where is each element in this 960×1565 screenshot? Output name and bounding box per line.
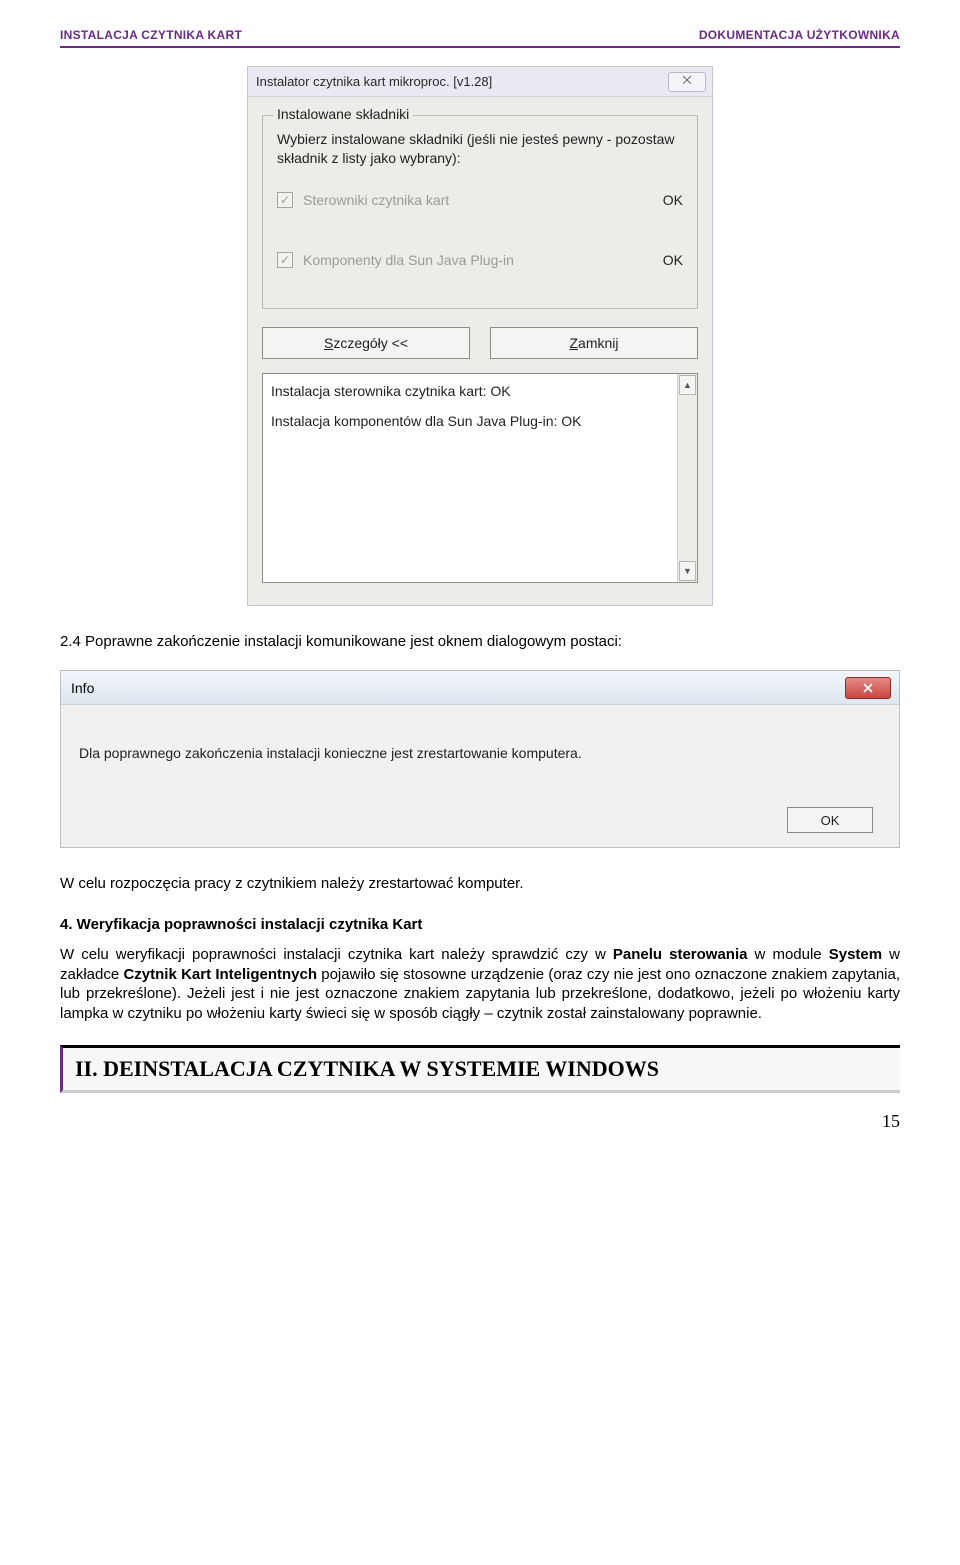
section-4-body: W celu weryfikacji poprawności instalacj… bbox=[60, 945, 900, 1023]
component-status: OK bbox=[663, 252, 683, 268]
component-row: ✓ Sterowniki czytnika kart OK bbox=[277, 192, 683, 208]
info-body: Dla poprawnego zakończenia instalacji ko… bbox=[61, 705, 899, 847]
ok-button[interactable]: OK bbox=[787, 807, 873, 833]
installer-titlebar: Instalator czytnika kart mikroproc. [v1.… bbox=[248, 67, 712, 97]
scroll-down-icon[interactable]: ▼ bbox=[679, 561, 696, 581]
section-4-title: 4. Weryfikacja poprawności instalacji cz… bbox=[60, 916, 900, 933]
install-instruction: Wybierz instalowane składniki (jeśli nie… bbox=[277, 130, 683, 168]
close-icon[interactable]: ⨉ bbox=[668, 72, 706, 92]
info-titlebar: Info bbox=[61, 671, 899, 705]
page-number: 15 bbox=[60, 1111, 900, 1132]
fieldset-legend: Instalowane składniki bbox=[273, 106, 413, 122]
info-title: Info bbox=[71, 680, 845, 696]
scroll-track[interactable] bbox=[678, 396, 697, 560]
components-fieldset: Instalowane składniki Wybierz instalowan… bbox=[262, 115, 698, 309]
para-lead: 2.4 bbox=[60, 633, 85, 650]
checkbox-icon[interactable]: ✓ bbox=[277, 252, 293, 268]
log-line: Instalacja komponentów dla Sun Java Plug… bbox=[271, 410, 669, 432]
para-2-4: 2.4 Poprawne zakończenie instalacji komu… bbox=[60, 632, 900, 652]
installer-dialog-screenshot: Instalator czytnika kart mikroproc. [v1.… bbox=[247, 66, 713, 606]
para-text: Poprawne zakończenie instalacji komuniko… bbox=[85, 633, 622, 650]
component-label: Komponenty dla Sun Java Plug-in bbox=[303, 252, 653, 268]
scroll-up-icon[interactable]: ▲ bbox=[679, 375, 696, 395]
details-button[interactable]: Szczegóły << bbox=[262, 327, 470, 359]
after-info-text: W celu rozpoczęcia pracy z czytnikiem na… bbox=[60, 874, 900, 894]
component-row: ✓ Komponenty dla Sun Java Plug-in OK bbox=[277, 252, 683, 268]
scrollbar[interactable]: ▲ ▼ bbox=[677, 374, 697, 582]
checkbox-icon[interactable]: ✓ bbox=[277, 192, 293, 208]
installer-body: Instalowane składniki Wybierz instalowan… bbox=[248, 97, 712, 605]
section-ii-heading: II. DEINSTALACJA CZYTNIKA W SYSTEMIE WIN… bbox=[60, 1045, 900, 1093]
header-right: DOKUMENTACJA UŻYTKOWNIKA bbox=[699, 28, 900, 42]
info-dialog-screenshot: Info Dla poprawnego zakończenia instalac… bbox=[60, 670, 900, 848]
log-line: Instalacja sterownika czytnika kart: OK bbox=[271, 380, 669, 402]
component-label: Sterowniki czytnika kart bbox=[303, 192, 653, 208]
close-button[interactable]: Zamknij bbox=[490, 327, 698, 359]
installer-title: Instalator czytnika kart mikroproc. [v1.… bbox=[256, 74, 668, 89]
page-header: INSTALACJA CZYTNIKA KART DOKUMENTACJA UŻ… bbox=[60, 28, 900, 48]
log-text: Instalacja sterownika czytnika kart: OK … bbox=[263, 374, 677, 582]
info-message: Dla poprawnego zakończenia instalacji ko… bbox=[79, 745, 881, 761]
dialog-buttons: Szczegóły << Zamknij bbox=[262, 327, 698, 359]
log-box: Instalacja sterownika czytnika kart: OK … bbox=[262, 373, 698, 583]
header-left: INSTALACJA CZYTNIKA KART bbox=[60, 28, 242, 42]
component-status: OK bbox=[663, 192, 683, 208]
close-icon[interactable] bbox=[845, 677, 891, 699]
